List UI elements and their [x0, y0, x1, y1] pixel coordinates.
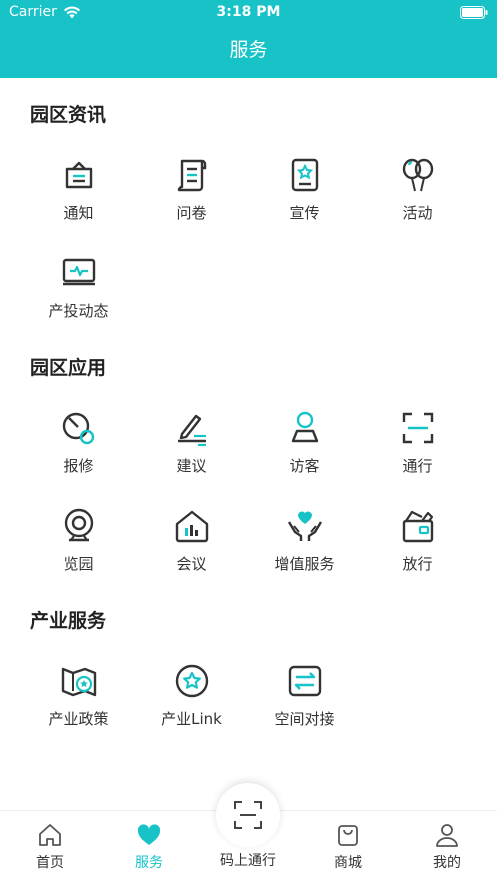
status-time: 3:18 PM	[216, 4, 281, 20]
bag-icon	[338, 825, 358, 846]
tab-mall[interactable]: 商城	[298, 822, 398, 872]
exchange-icon	[288, 665, 321, 697]
grid-item-suggestion[interactable]: 建议	[135, 408, 248, 476]
grid-item-label: 访客	[289, 457, 320, 475]
nav-bar: 服务	[0, 26, 497, 78]
grid-item-value-added[interactable]: 增值服务	[248, 506, 361, 574]
grid-item-label: 放行	[402, 555, 433, 573]
grid-item-label: 问卷	[176, 204, 207, 222]
grid-item-label: 会议	[176, 555, 207, 573]
scan-pass-button[interactable]	[216, 783, 280, 847]
battery-icon	[460, 6, 488, 19]
grid-item-activity[interactable]: 活动	[361, 155, 474, 223]
grid-item-label: 空间对接	[274, 710, 335, 728]
camera-icon	[64, 508, 93, 542]
grid-item-label: 通行	[402, 457, 433, 475]
grid-item-label: 活动	[402, 204, 433, 222]
tab-services[interactable]: 服务	[99, 822, 199, 872]
grid-item-label: 增值服务	[274, 555, 335, 573]
grid-item-industry-policy[interactable]: 产业政策	[22, 661, 135, 729]
tab-label: 服务	[135, 855, 163, 871]
monitor-pulse-icon	[62, 258, 95, 286]
balloon-icon	[402, 158, 433, 192]
meeting-house-icon	[175, 510, 208, 543]
grid-item-label: 建议	[176, 457, 207, 475]
tab-label: 商城	[334, 855, 362, 871]
grid-item-label: 产业政策	[48, 710, 109, 728]
visitor-icon	[291, 411, 318, 443]
grid-item-release[interactable]: 放行	[361, 506, 474, 574]
grid-item-industry-link[interactable]: 产业Link	[135, 661, 248, 729]
grid-item-label: 产投动态	[48, 302, 109, 320]
grid-item-notice[interactable]: 通知	[22, 155, 135, 223]
policy-map-icon	[61, 667, 96, 697]
section-title-industry-services: 产业服务	[30, 610, 107, 632]
grid-item-label: 览园	[63, 555, 94, 573]
notice-icon	[65, 161, 92, 189]
page-title: 服务	[229, 39, 268, 61]
grid-item-repair[interactable]: 报修	[22, 408, 135, 476]
grid-item-label: 宣传	[289, 204, 320, 222]
grid-item-label: 报修	[63, 457, 94, 475]
grid-item-park-tour[interactable]: 览园	[22, 506, 135, 574]
star-circle-icon	[175, 664, 208, 698]
questionnaire-icon	[177, 159, 206, 192]
tab-label-scan-pass[interactable]: 码上通行	[198, 850, 298, 870]
tab-mine[interactable]: 我的	[397, 822, 497, 872]
tab-home[interactable]: 首页	[0, 822, 100, 872]
grid-item-pass[interactable]: 通行	[361, 408, 474, 476]
section-title-park-apps: 园区应用	[30, 357, 107, 379]
grid-item-publicity[interactable]: 宣传	[248, 155, 361, 223]
tab-label: 首页	[36, 855, 64, 871]
grid-item-label: 产业Link	[161, 710, 222, 728]
tab-label: 我的	[433, 855, 461, 871]
grid-item-label: 通知	[63, 204, 94, 222]
box-icon	[402, 510, 433, 543]
grid-item-questionnaire[interactable]: 问卷	[135, 155, 248, 223]
grid-item-space-matching[interactable]: 空间对接	[248, 661, 361, 729]
scan-icon	[234, 801, 262, 829]
pen-icon	[177, 414, 206, 447]
publicity-icon	[291, 158, 318, 192]
scan-frame-icon	[402, 412, 433, 444]
repair-icon	[62, 412, 94, 445]
home-icon	[39, 824, 61, 846]
heart-icon	[137, 824, 161, 845]
user-icon	[436, 824, 458, 847]
hands-heart-icon	[287, 511, 322, 541]
grid-item-visitor[interactable]: 访客	[248, 408, 361, 476]
section-title-park-news: 园区资讯	[30, 104, 107, 126]
status-bar: Carrier 3:18 PM	[0, 0, 497, 26]
grid-item-meeting[interactable]: 会议	[135, 506, 248, 574]
grid-item-investment-news[interactable]: 产投动态	[22, 253, 135, 321]
